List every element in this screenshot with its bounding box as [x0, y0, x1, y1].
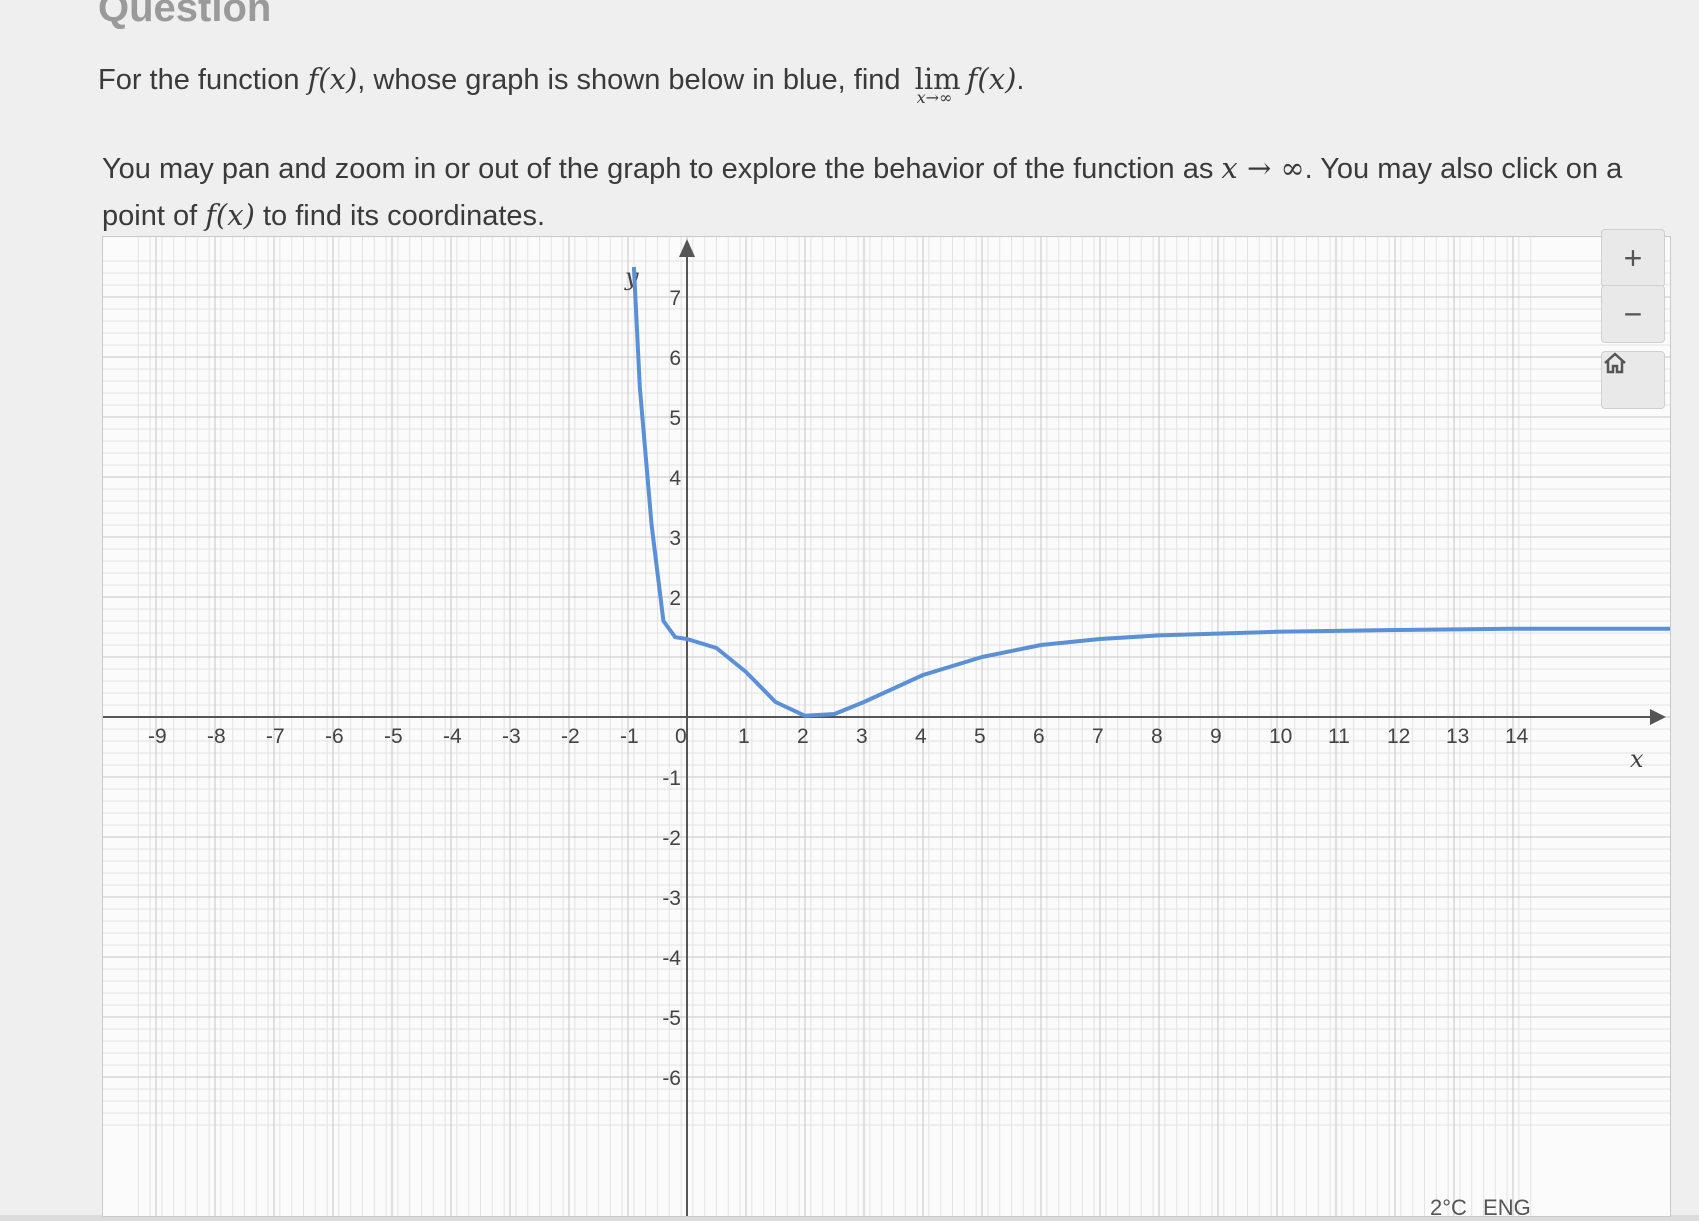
fx-symbol: f(x): [307, 62, 358, 96]
language-indicator[interactable]: ENG: [1483, 1195, 1531, 1221]
graph-canvas[interactable]: -9 -8 -7 -6 -5 -4 -3 -2 -1 0 1 2 3 4 5 6 7 8 9 10 11 12 13 1476…: [103, 237, 1670, 1216]
y-tick-label: -3: [662, 887, 681, 910]
taskbar-tray: 2°C ENG: [1430, 1195, 1531, 1221]
prompt-text: .: [1016, 64, 1025, 96]
y-tick-label: -1: [662, 767, 681, 790]
x-tick-label: 1: [738, 725, 750, 748]
x-tick-label: 13: [1446, 725, 1469, 748]
x-tick-label: 10: [1269, 725, 1292, 748]
y-tick-label: 5: [669, 407, 681, 430]
y-tick-label: 3: [669, 527, 681, 550]
x-tick-label: 5: [974, 725, 986, 748]
x-tick-label: -9: [148, 725, 167, 748]
x-tick-label: 6: [1033, 725, 1045, 748]
fx-symbol: f(x): [205, 198, 255, 232]
x-tick-label: 8: [1151, 725, 1163, 748]
question-prompt: For the function f(x), whose graph is sh…: [98, 62, 1025, 107]
prompt-text: For the function: [98, 64, 308, 96]
home-icon: [1604, 352, 1626, 374]
instruction-text: to find its coordinates.: [254, 200, 546, 232]
x-tick-label: 11: [1328, 725, 1350, 748]
question-heading: Question: [98, 0, 272, 30]
x-tick-label: -3: [502, 725, 521, 748]
x-tick-label: 2: [797, 725, 809, 748]
y-tick-label: 4: [669, 467, 681, 490]
x-tick-label: 3: [856, 725, 868, 748]
function-graph[interactable]: -9 -8 -7 -6 -5 -4 -3 -2 -1 0 1 2 3 4 5 6 7 8 9 10 11 12 13 14 7 6…: [102, 229, 1671, 1217]
x-tick-label: -7: [266, 725, 285, 748]
zoom-out-button[interactable]: −: [1601, 285, 1665, 343]
y-tick-label: -2: [662, 827, 681, 850]
fx-symbol: f(x): [966, 62, 1017, 96]
limit-expression: lim x→∞: [915, 62, 961, 107]
x-tick-label: -4: [443, 725, 462, 748]
y-tick-label: -5: [662, 1007, 681, 1030]
x-tick-label: 12: [1387, 725, 1410, 748]
y-tick-label: 2: [669, 587, 681, 610]
x-tick-label: -8: [207, 725, 226, 748]
x-axis-arrow: [1650, 709, 1666, 725]
instruction-text: You may pan and zoom in or out of the gr…: [102, 153, 1222, 185]
question-page: Question For the function f(x), whose gr…: [0, 0, 1699, 1220]
y-tick-label: -6: [662, 1067, 681, 1090]
x-to-infinity: x → ∞: [1221, 151, 1305, 185]
x-tick-label: -6: [325, 725, 344, 748]
weather-temp: 2°C: [1430, 1195, 1467, 1220]
x-tick-label: -5: [384, 725, 403, 748]
function-curve: [631, 266, 1670, 718]
y-tick-label: 6: [669, 347, 681, 370]
y-tick-label: -4: [662, 947, 681, 970]
x-tick-label: -2: [561, 725, 580, 748]
prompt-text: , whose graph is shown below in blue, fi…: [357, 64, 909, 96]
x-tick-label: 9: [1210, 725, 1222, 748]
x-tick-label: 14: [1505, 725, 1529, 748]
x-axis-label: x: [1630, 745, 1644, 773]
x-tick-label: 4: [915, 725, 927, 748]
home-button[interactable]: [1601, 351, 1665, 409]
x-tick-label: -1: [620, 725, 639, 748]
zoom-in-button[interactable]: +: [1601, 229, 1665, 287]
y-tick-label: 7: [669, 287, 681, 310]
x-tick-label: 7: [1092, 725, 1104, 748]
lim-subscript: x→∞: [916, 88, 953, 107]
question-instructions: You may pan and zoom in or out of the gr…: [102, 145, 1662, 239]
x-tick-label: 0: [675, 725, 687, 748]
